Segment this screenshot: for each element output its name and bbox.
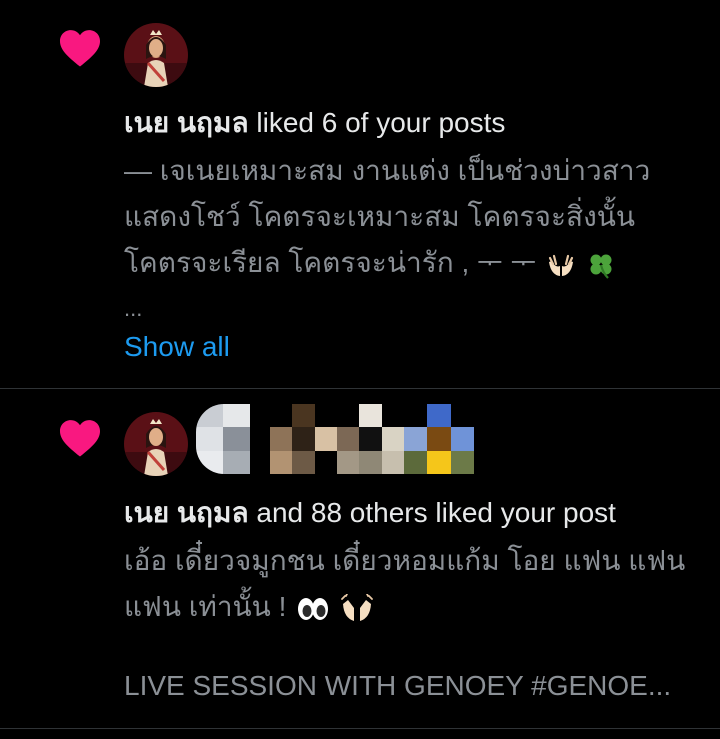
four-leaf-clover-icon bbox=[590, 254, 612, 279]
avatar-pixelated[interactable] bbox=[270, 404, 404, 474]
raising-hands-icon bbox=[341, 593, 373, 621]
post-text-line: โคตรจะเรียล โคตรจะน่ารัก , ᅮ ᅮ bbox=[124, 247, 537, 278]
post-text-line: แฟน เท่านั้น ! bbox=[124, 591, 287, 622]
post-preview-text: LIVE SESSION WITH GENOEY #GENOE... bbox=[124, 670, 672, 701]
heart-icon bbox=[60, 420, 100, 457]
show-all-link[interactable]: Show all bbox=[124, 327, 230, 367]
truncation-ellipsis: ... bbox=[124, 296, 143, 321]
heart-icon bbox=[60, 30, 100, 67]
action-text: and 88 others liked your post bbox=[256, 497, 616, 528]
notification-item[interactable]: เนย นฤมล liked 6 of your posts — เจเนยเห… bbox=[0, 0, 720, 388]
post-text-line: เอ้อ เดี๋ยวจมูกชน เดี๋ยวหอมแก้ม โอย แฟน … bbox=[124, 545, 686, 576]
post-text-line-with-emoji: แฟน เท่านั้น ! bbox=[124, 587, 374, 627]
avatar[interactable] bbox=[124, 23, 188, 87]
post-text-line: — เจเนยเหมาะสม งานแต่ง เป็นช่วงบ่าวสาว bbox=[124, 155, 651, 186]
avatar[interactable] bbox=[124, 412, 188, 476]
action-text: liked 6 of your posts bbox=[256, 107, 506, 138]
actor-name[interactable]: เนย นฤมล bbox=[124, 497, 249, 528]
post-text-line: แสดงโชว์ โคตรจะเหมาะสม โคตรจะสิ่งนั้น bbox=[124, 201, 636, 232]
avatar-pixelated[interactable] bbox=[196, 404, 250, 474]
notification-headline: เนย นฤมล and 88 others liked your post bbox=[124, 493, 616, 533]
actor-name[interactable]: เนย นฤมล bbox=[124, 107, 249, 138]
divider bbox=[0, 728, 720, 729]
avatar-pixelated[interactable] bbox=[404, 404, 474, 474]
palms-up-together-icon bbox=[549, 254, 574, 276]
post-text-line-with-emoji: โคตรจะเรียล โคตรจะน่ารัก , ᅮ ᅮ bbox=[124, 243, 616, 283]
eyes-icon bbox=[298, 597, 329, 620]
notification-headline: เนย นฤมล liked 6 of your posts bbox=[124, 103, 505, 143]
